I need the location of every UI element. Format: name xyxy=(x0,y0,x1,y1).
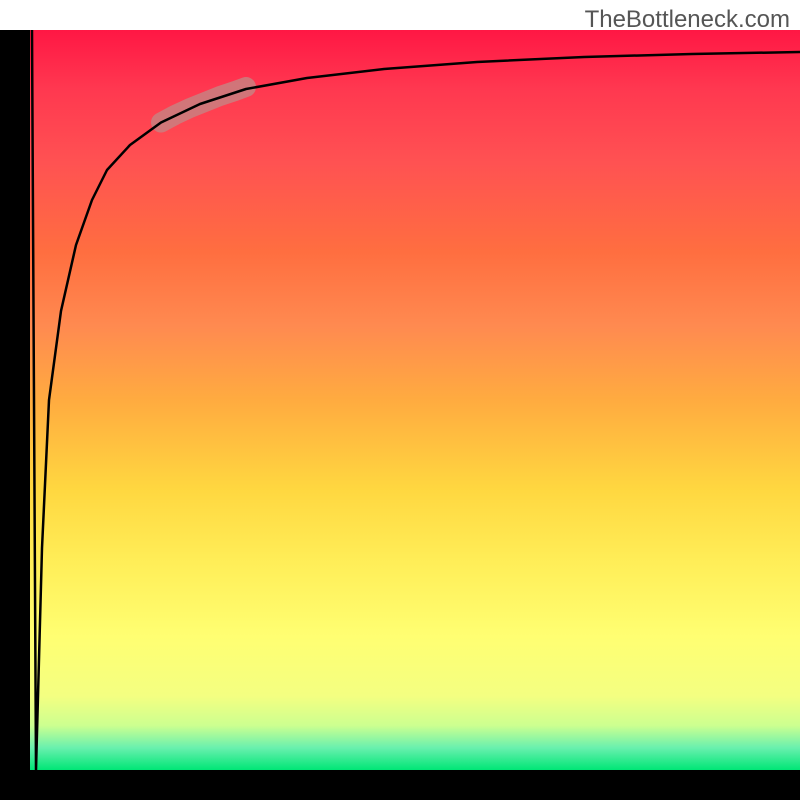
y-axis-bar xyxy=(0,30,30,770)
attribution-text: TheBottleneck.com xyxy=(585,6,790,34)
curve-svg xyxy=(30,30,800,770)
x-axis-bar xyxy=(0,770,800,800)
bottleneck-curve xyxy=(32,30,800,770)
chart-container: TheBottleneck.com xyxy=(0,0,800,800)
